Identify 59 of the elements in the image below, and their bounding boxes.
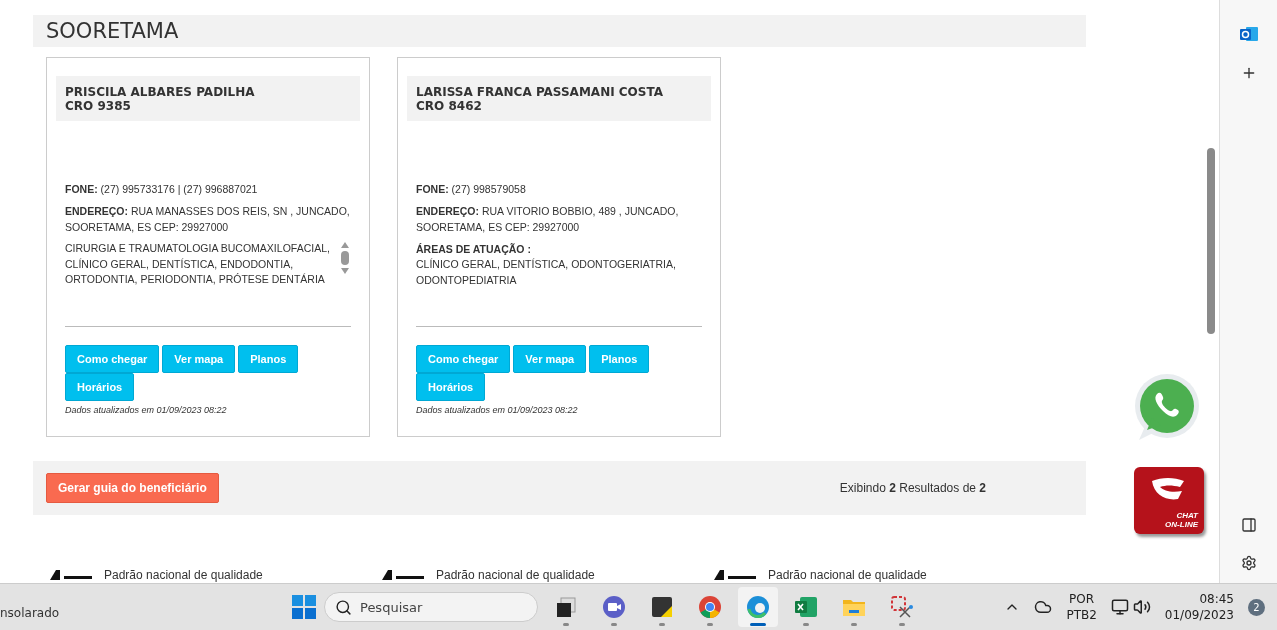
action-button[interactable]: Planos	[238, 345, 299, 373]
phone-text: FONE: (27) 995733176 | (27) 996887021	[65, 182, 259, 197]
seal-text: Padrão nacional de qualidade	[104, 568, 263, 582]
excel-icon	[794, 596, 818, 618]
areas-text: CIRURGIA E TRAUMATOLOGIA BUCOMAXILOFACIAL, CLÍNICO GERAL, DENTÍSTICA, ENDODONTIA, ORTODONTIA, PERIODONTIA, PRÓTESE DENTÁRIA	[65, 241, 331, 287]
window-label: nsolarado	[0, 606, 60, 620]
volume-icon[interactable]	[1132, 598, 1151, 616]
results-count: Exibindo 2 Resultados de 2	[839, 481, 986, 495]
language-text[interactable]: POR	[1069, 591, 1095, 607]
keyboard-layout-text[interactable]: PTB2	[1066, 607, 1097, 623]
address-text: ENDEREÇO: RUA MANASSES DOS REIS, SN , JUNCADO, SOORETAMA, ES CEP: 29927000	[65, 204, 351, 235]
chat-label: ON-LINE	[1165, 520, 1198, 529]
search-field[interactable]: Pesquisar	[324, 592, 538, 622]
scrollbar-thumb[interactable]	[341, 251, 349, 265]
scroll-down-icon[interactable]	[340, 267, 350, 275]
action-button[interactable]: Como chegar	[416, 345, 511, 373]
dentist-name: PRISCILA ALBARES PADILHA	[65, 85, 256, 99]
scroll-up-icon[interactable]	[340, 241, 350, 249]
areas-label: ÁREAS DE ATUAÇÃO :	[416, 242, 532, 257]
action-button[interactable]: Ver mapa	[162, 345, 236, 373]
edge-icon	[746, 595, 770, 619]
search-icon	[335, 598, 352, 616]
update-note: Dados atualizados em 01/09/2023 08:22	[64, 404, 228, 417]
action-button[interactable]: Ver mapa	[513, 345, 587, 373]
chat-label: CHAT	[1176, 511, 1198, 520]
outlook-icon[interactable]	[1239, 25, 1258, 43]
sidebar-toggle-icon[interactable]	[1240, 517, 1257, 533]
snipping-tool-icon	[890, 595, 914, 619]
video-chat-icon	[602, 595, 626, 619]
cro-number: CRO 9385	[65, 99, 132, 113]
task-view-icon	[555, 596, 577, 618]
folder-icon	[842, 597, 866, 617]
taskbar-app[interactable]	[738, 587, 778, 627]
action-button[interactable]: Como chegar	[65, 345, 160, 373]
chrome-icon	[698, 595, 722, 619]
sticky-notes-icon	[651, 596, 673, 618]
windows-start-icon[interactable]	[292, 595, 316, 619]
dentist-name: LARISSA FRANCA PASSAMANI COSTA	[416, 85, 664, 99]
whatsapp-icon[interactable]	[1133, 374, 1201, 442]
address-text: ENDEREÇO: RUA VITORIO BOBBIO, 489 , JUNCADO, SOORETAMA, ES CEP: 29927000	[416, 204, 680, 235]
update-note: Dados atualizados em 01/09/2023 08:22	[415, 404, 579, 417]
generate-guide-button[interactable]: Gerar guia do beneficiário	[46, 473, 219, 503]
clock-time[interactable]: 08:45	[1199, 591, 1234, 607]
scrollbar-thumb[interactable]	[1207, 148, 1215, 334]
chat-online-badge[interactable]: CHAT ON-LINE	[1134, 467, 1204, 534]
action-button[interactable]: Horários	[65, 373, 135, 401]
seal-text: Padrão nacional de qualidade	[768, 568, 927, 582]
clock-date[interactable]: 01/09/2023	[1164, 607, 1234, 623]
action-button[interactable]: Horários	[416, 373, 486, 401]
network-icon[interactable]	[1110, 598, 1129, 616]
seal-text: Padrão nacional de qualidade	[436, 568, 595, 582]
section-title: SOORETAMA	[46, 19, 179, 43]
cloud-icon[interactable]	[1034, 598, 1053, 616]
phone-text: FONE: (27) 998579058	[416, 182, 527, 197]
cro-number: CRO 8462	[416, 99, 483, 113]
action-button[interactable]: Planos	[589, 345, 650, 373]
notification-badge[interactable]: 2	[1248, 598, 1265, 616]
areas-text: CLÍNICO GERAL, DENTÍSTICA, ODONTOGERIATRIA, ODONTOPEDIATRIA	[416, 257, 677, 288]
settings-icon[interactable]	[1240, 555, 1257, 571]
